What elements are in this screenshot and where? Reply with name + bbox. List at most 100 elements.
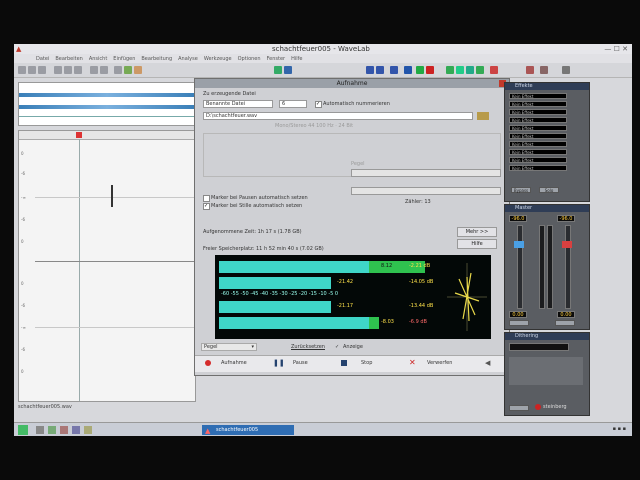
effect-slot[interactable]: Kein Effekt — [509, 149, 567, 155]
master-mono-button[interactable] — [509, 320, 529, 326]
open-file-icon[interactable] — [28, 66, 36, 74]
effect-slot[interactable]: Kein Effekt — [509, 157, 567, 163]
spectrum-icon[interactable] — [456, 66, 464, 74]
loop-icon[interactable] — [390, 66, 398, 74]
status-bar: schachtfeuer005.wav — [18, 404, 192, 412]
effect-slot[interactable]: Kein Effekt — [509, 101, 567, 107]
waveform-editor[interactable]: 0 -6 -∞ -6 0 0 -6 -∞ -6 0 — [18, 130, 196, 402]
zoom-icon[interactable] — [114, 66, 122, 74]
task-wavelab[interactable]: ▲ schachtfeuer005 — [202, 425, 294, 435]
menu-datei[interactable]: Datei — [36, 56, 49, 62]
phase-icon[interactable] — [466, 66, 474, 74]
quicklaunch-icon[interactable] — [84, 426, 92, 434]
bypass-button[interactable]: Bypass — [511, 187, 531, 193]
marker-icon[interactable] — [134, 66, 142, 74]
transport-play-icon[interactable] — [416, 66, 424, 74]
paste-icon[interactable] — [74, 66, 82, 74]
pause-field[interactable] — [351, 187, 501, 195]
quicklaunch-icon[interactable] — [48, 426, 56, 434]
dither-option-row[interactable] — [509, 357, 583, 385]
waveform-overview[interactable] — [18, 82, 196, 126]
file-mode-select[interactable]: Benannte Datei — [203, 100, 273, 108]
menu-fenster[interactable]: Fenster — [267, 56, 286, 62]
pegel-input[interactable] — [351, 169, 501, 177]
speaker-icon[interactable]: ◀ — [485, 359, 490, 367]
save-icon[interactable] — [38, 66, 46, 74]
quicklaunch-icon[interactable] — [72, 426, 80, 434]
undo-icon[interactable] — [90, 66, 98, 74]
record-button[interactable]: Aufnahme — [221, 360, 247, 366]
system-tray[interactable]: ▪ ▪ ▪ — [613, 426, 626, 432]
number-stepper[interactable]: 6 — [279, 100, 307, 108]
help-icon[interactable] — [562, 66, 570, 74]
y-label: -6 — [21, 347, 25, 352]
meter-icon[interactable] — [446, 66, 454, 74]
menu-bearbeitung[interactable]: Bearbeitung — [141, 56, 172, 62]
reset-link[interactable]: Zurücksetzen — [291, 344, 325, 350]
right-fader-track[interactable] — [565, 225, 571, 309]
window-controls[interactable]: — ☐ ✕ — [604, 45, 628, 53]
effect-slot[interactable]: Kein Effekt — [509, 125, 567, 131]
settings-icon[interactable] — [540, 66, 548, 74]
master-settings-button[interactable] — [555, 320, 575, 326]
menu-hilfe[interactable]: Hilfe — [291, 56, 302, 62]
copy-icon[interactable] — [64, 66, 72, 74]
hilfe-button[interactable]: Hilfe — [457, 239, 497, 249]
pause-button[interactable]: Pause — [293, 360, 308, 366]
cut-icon[interactable] — [54, 66, 62, 74]
effect-slot[interactable]: Kein Effekt — [509, 93, 567, 99]
pegel-label: Pegel — [351, 161, 365, 167]
left-fader-track[interactable] — [517, 225, 523, 309]
rewind-icon[interactable] — [366, 66, 374, 74]
pegel-select[interactable]: Pegel ▾ — [201, 343, 257, 351]
redo-icon[interactable] — [100, 66, 108, 74]
pause-icon[interactable]: ❚❚ — [273, 359, 285, 367]
forward-icon[interactable] — [376, 66, 384, 74]
pencil-icon[interactable] — [124, 66, 132, 74]
menu-analyse[interactable]: Analyse — [178, 56, 198, 62]
transport-stop-icon[interactable] — [404, 66, 412, 74]
quicklaunch-icon[interactable] — [36, 426, 44, 434]
stop-button[interactable]: Stop — [361, 360, 372, 366]
meter-bar-mid2 — [219, 301, 331, 313]
menu-werkzeuge[interactable]: Werkzeuge — [204, 56, 232, 62]
effect-slot[interactable]: Kein Effekt — [509, 133, 567, 139]
quicklaunch-icon[interactable] — [60, 426, 68, 434]
menu-optionen[interactable]: Optionen — [238, 56, 261, 62]
folder-icon[interactable] — [477, 112, 489, 120]
mehr-button[interactable]: Mehr >> — [457, 227, 497, 237]
auto-number-checkbox[interactable]: ✓ — [315, 101, 322, 108]
discard-button[interactable]: Verwerfen — [427, 360, 452, 366]
effect-slot[interactable]: Kein Effekt — [509, 117, 567, 123]
new-file-icon[interactable] — [18, 66, 26, 74]
marker-pause-checkbox[interactable] — [203, 195, 210, 202]
effect-slot[interactable]: Kein Effekt — [509, 165, 567, 171]
play-icon[interactable] — [274, 66, 282, 74]
record-icon[interactable] — [205, 360, 211, 366]
menu-ansicht[interactable]: Ansicht — [89, 56, 107, 62]
start-icon[interactable] — [18, 425, 28, 435]
level-icon[interactable] — [476, 66, 484, 74]
time-ruler[interactable] — [19, 131, 195, 140]
marker-silence-checkbox[interactable]: ✓ — [203, 203, 210, 210]
stop-icon[interactable] — [341, 360, 347, 366]
left-fader-handle[interactable] — [514, 241, 524, 248]
record-icon[interactable] — [426, 66, 434, 74]
meter-mid2-peak: -21.17 — [337, 303, 354, 309]
analysis-icon[interactable] — [490, 66, 498, 74]
discard-icon[interactable]: ✕ — [409, 358, 416, 367]
right-fader-handle[interactable] — [562, 241, 572, 248]
effect-slot[interactable]: Kein Effekt — [509, 141, 567, 147]
menu-einfuegen[interactable]: Einfügen — [113, 56, 135, 62]
anzeige-check-icon[interactable]: ✓ — [335, 344, 339, 350]
stop-icon[interactable] — [284, 66, 292, 74]
y-label: -6 — [21, 303, 25, 308]
dither-button[interactable] — [509, 405, 529, 411]
cursor-marker-icon[interactable] — [76, 132, 82, 138]
menu-bearbeiten[interactable]: Bearbeiten — [55, 56, 82, 62]
effect-slot[interactable]: Kein Effekt — [509, 109, 567, 115]
solo-button[interactable]: Solo — [539, 187, 559, 193]
file-path-input[interactable]: D:\schachtfeuer.wav — [203, 112, 473, 120]
tools-icon[interactable] — [526, 66, 534, 74]
dithering-select[interactable] — [509, 343, 569, 351]
